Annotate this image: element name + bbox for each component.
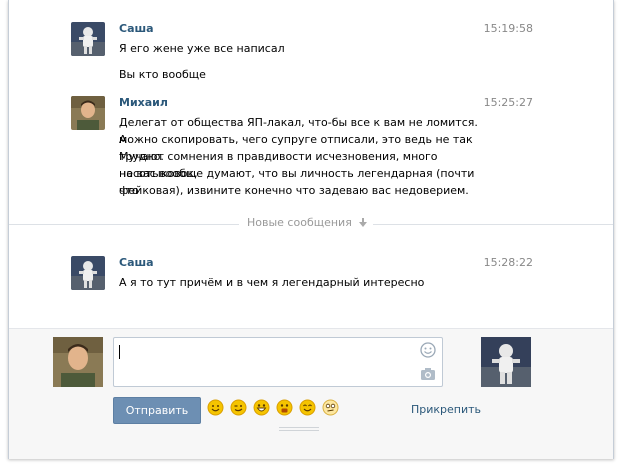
- message-text: Я его жене уже все написал: [119, 42, 285, 55]
- avatar-sasha[interactable]: [71, 256, 105, 290]
- recipient-avatar[interactable]: [481, 337, 531, 387]
- avatar-sasha[interactable]: [71, 22, 105, 56]
- my-avatar[interactable]: [53, 337, 103, 387]
- message-text: А я то тут причём и в чем я легендарный …: [119, 276, 425, 289]
- camera-icon[interactable]: [420, 366, 436, 382]
- wink-icon[interactable]: [230, 399, 247, 416]
- divider-line: [369, 224, 613, 225]
- new-messages-text: Новые сообщения: [247, 216, 352, 229]
- avatar-mikhail[interactable]: [71, 96, 105, 130]
- shocked-icon[interactable]: [276, 399, 293, 416]
- grin-icon[interactable]: [253, 399, 270, 416]
- message-author[interactable]: Михаил: [119, 96, 168, 109]
- message-time: 15:19:58: [483, 22, 533, 35]
- message-author[interactable]: Саша: [119, 256, 154, 269]
- message-author[interactable]: Саша: [119, 22, 154, 35]
- happy-icon[interactable]: [299, 399, 316, 416]
- text-caret: [119, 345, 120, 359]
- smile-icon[interactable]: [207, 399, 224, 416]
- message-time: 15:25:27: [483, 96, 533, 109]
- confused-icon[interactable]: [322, 399, 339, 416]
- new-messages-label: Новые сообщения: [241, 216, 374, 229]
- emoji-picker-icon[interactable]: [420, 342, 436, 358]
- send-button[interactable]: Отправить: [113, 397, 201, 424]
- attach-button[interactable]: Прикрепить: [411, 403, 481, 416]
- arrow-down-icon: [359, 218, 368, 227]
- message-item: Саша 15:28:22 А я то тут причём и в чем …: [71, 256, 603, 296]
- chat-window: Саша 15:19:58 Я его жене уже все написал…: [8, 0, 614, 459]
- message-composer: Отправить Прикрепить: [9, 328, 613, 459]
- resize-handle[interactable]: [279, 427, 319, 431]
- message-text-line: фейковая), извините конечно что задеваю …: [119, 184, 469, 197]
- message-input[interactable]: [113, 337, 443, 387]
- message-item: Михаил 15:25:27 Делегат от общества ЯП-л…: [71, 96, 603, 201]
- message-time: 15:28:22: [483, 256, 533, 269]
- new-messages-divider: Новые сообщения: [9, 216, 613, 229]
- message-item: Саша 15:19:58 Я его жене уже все написал…: [71, 22, 603, 92]
- divider-line: [9, 224, 239, 225]
- message-text: Вы кто вообще: [119, 68, 206, 81]
